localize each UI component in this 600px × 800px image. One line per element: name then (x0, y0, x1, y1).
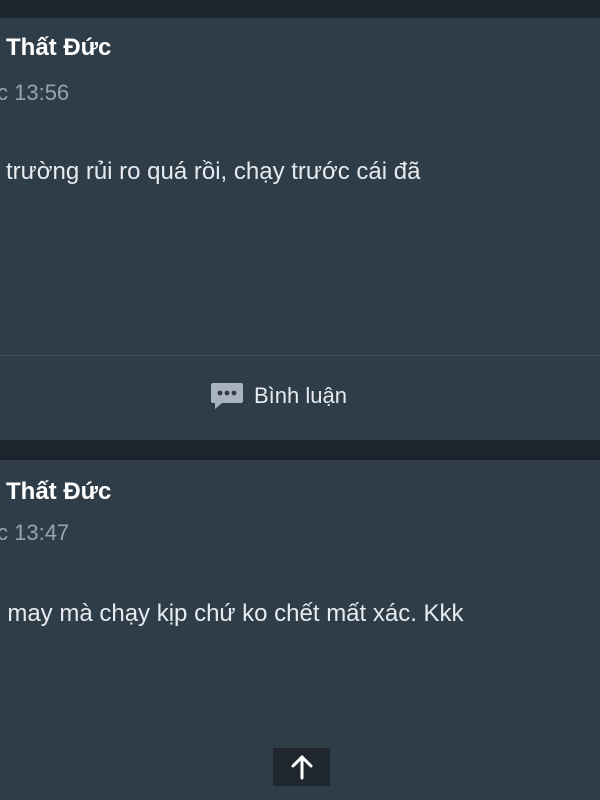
post-actions: Bình luận (0, 355, 600, 440)
comment-icon (210, 381, 244, 411)
comment-button[interactable]: Bình luận (210, 381, 347, 411)
post-content: , may mà chạy kịp chứ ko chết mất xác. K… (0, 600, 464, 627)
post-card: Thất Đức c 13:56 ị trường rủi ro quá rồi… (0, 18, 600, 440)
post-feed: Thất Đức c 13:56 ị trường rủi ro quá rồi… (0, 0, 600, 800)
scroll-to-top-button[interactable] (273, 748, 330, 786)
post-author[interactable]: Thất Đức (6, 478, 111, 506)
post-timestamp[interactable]: c 13:56 (0, 80, 69, 106)
post-timestamp[interactable]: c 13:47 (0, 520, 69, 546)
post-content: ị trường rủi ro quá rồi, chạy trước cái … (0, 158, 421, 185)
post-author[interactable]: Thất Đức (6, 34, 111, 62)
comment-label: Bình luận (254, 383, 347, 408)
arrow-up-icon (290, 754, 314, 780)
